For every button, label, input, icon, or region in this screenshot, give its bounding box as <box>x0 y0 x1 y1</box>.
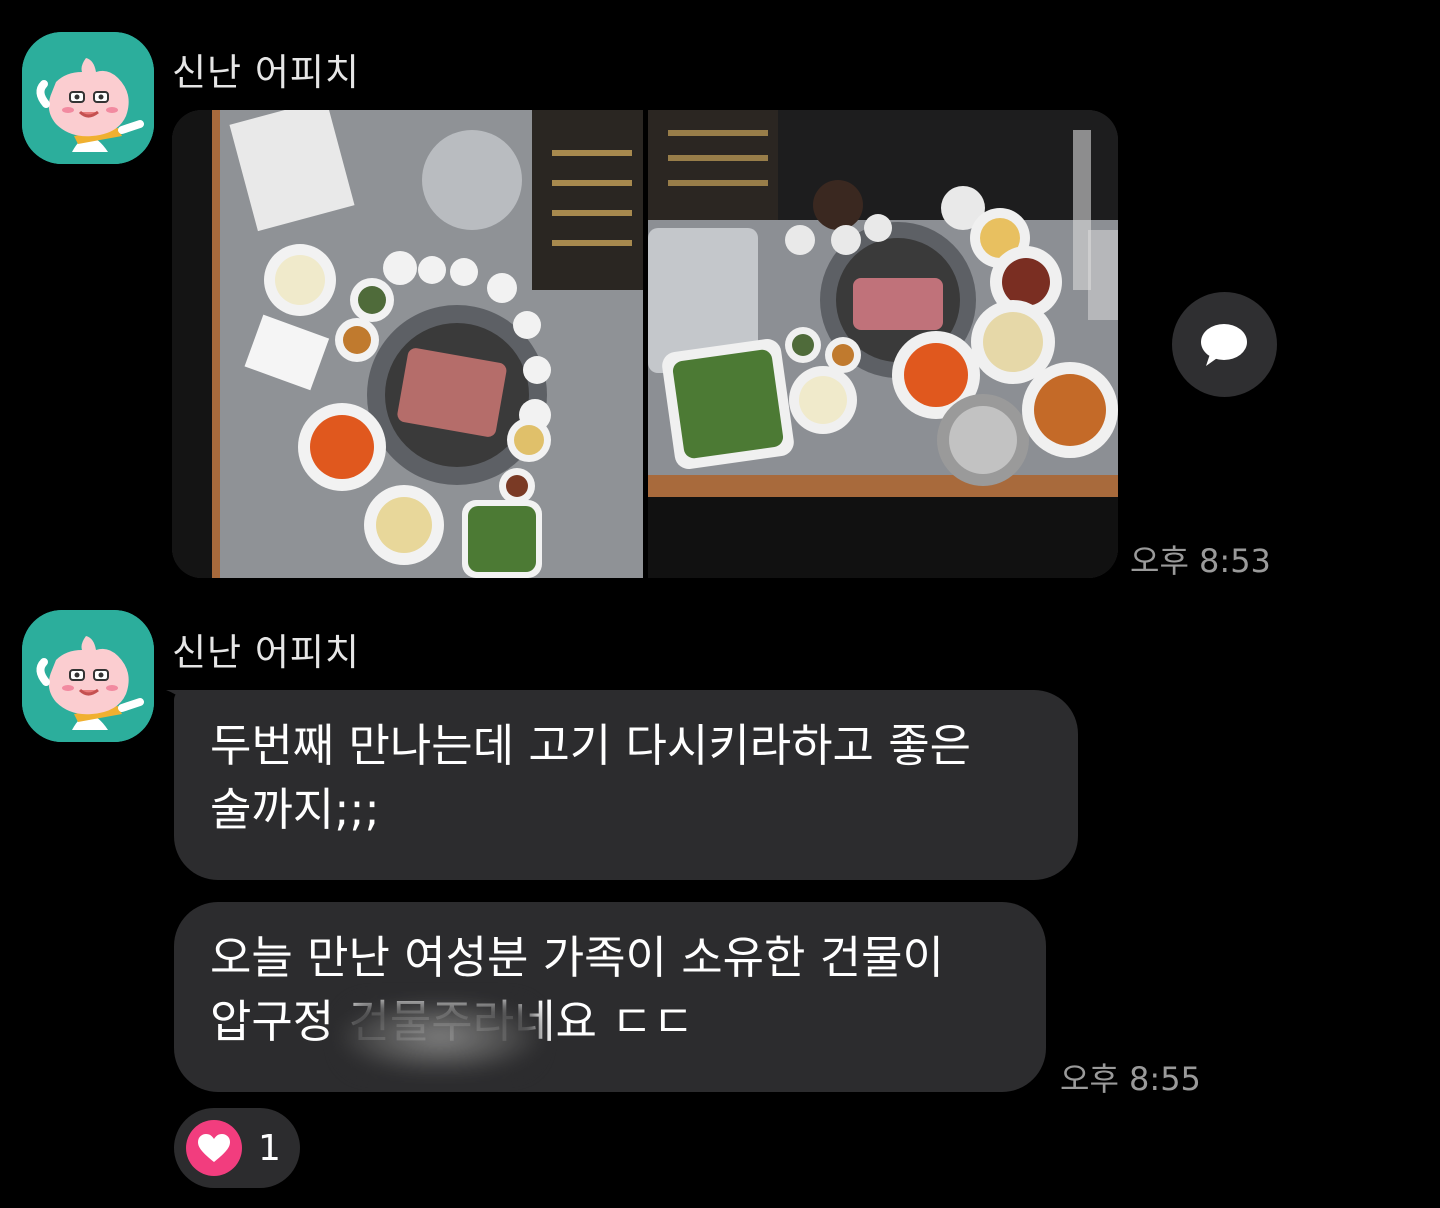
food-photo[interactable] <box>172 110 643 578</box>
korean-bbq-photo-icon <box>648 110 1118 578</box>
sender-name[interactable]: 신난 어피치 <box>172 622 360 676</box>
message-bubble[interactable]: 오늘 만난 여성분 가족이 소유한 건물이 압구정 건물주라네요 ㄷㄷ <box>174 902 1046 1092</box>
reaction-count: 1 <box>258 1127 281 1169</box>
heart-icon <box>186 1120 242 1176</box>
avatar[interactable] <box>22 32 154 164</box>
message-bubble[interactable]: 두번째 만나는데 고기 다시키라하고 좋은 술까지;;; <box>174 690 1078 880</box>
reaction-badge[interactable]: 1 <box>174 1108 300 1188</box>
reply-button[interactable] <box>1172 292 1277 397</box>
avatar[interactable] <box>22 610 154 742</box>
redaction-blur <box>340 1000 540 1074</box>
apeach-avatar-icon <box>22 32 154 164</box>
message-timestamp: 오후 8:53 <box>1130 542 1271 580</box>
apeach-avatar-icon <box>22 610 154 742</box>
sender-name[interactable]: 신난 어피치 <box>172 42 360 96</box>
speech-bubble-icon <box>1201 324 1247 366</box>
message-timestamp: 오후 8:55 <box>1060 1060 1201 1098</box>
food-photo[interactable] <box>648 110 1118 578</box>
korean-bbq-photo-icon <box>172 110 643 578</box>
